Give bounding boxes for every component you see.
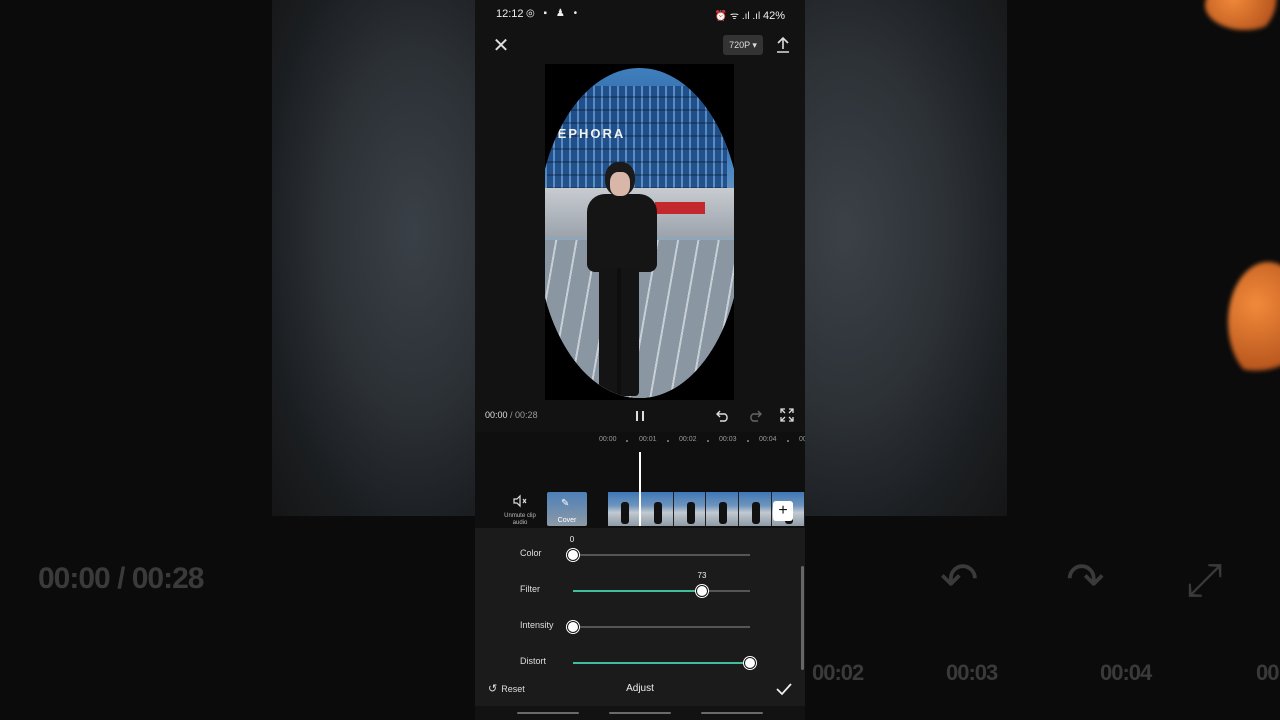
reset-icon: ↺ (488, 683, 498, 695)
reset-label: Reset (501, 684, 525, 694)
checkmark-icon (776, 683, 792, 696)
ruler-dot (787, 440, 789, 442)
color-slider[interactable] (567, 549, 750, 561)
fullscreen-icon (780, 408, 794, 422)
person-legs (599, 268, 639, 396)
clip-frame (706, 492, 740, 526)
status-time: 12:12 (496, 8, 524, 20)
background-ruler-label: 00:02 (812, 660, 864, 685)
resolution-dropdown[interactable]: 720P ▾ (723, 35, 763, 55)
ruler-tick: 00:02 (679, 436, 697, 443)
slider-knob[interactable] (567, 549, 579, 561)
slider-knob[interactable] (696, 585, 708, 597)
status-bar: 12:12 ◎ ▪ ♟ • ⏰ ᯤ .ıl .ıl 42% (475, 0, 805, 28)
clip-frame (739, 492, 773, 526)
video-preview[interactable]: SEPHORA (545, 64, 734, 400)
notification-icons: ◎ ▪ ♟ • (526, 8, 581, 19)
muted-speaker-icon (513, 494, 527, 508)
ruler-dot (667, 440, 669, 442)
reset-button[interactable]: ↺ Reset (488, 682, 525, 695)
nav-back-button[interactable] (701, 712, 763, 714)
edit-pencil-icon: ✎ (561, 498, 570, 509)
undo-button[interactable] (715, 407, 731, 423)
fisheye-frame: SEPHORA (545, 68, 734, 398)
upload-icon (777, 36, 789, 53)
time-separator: / (507, 410, 516, 420)
unmute-clip-button[interactable]: Unmute clip audio (499, 494, 541, 526)
slider-label-filter: Filter (520, 584, 540, 594)
slider-label-distort: Distort (520, 656, 547, 666)
slider-knob[interactable] (567, 621, 579, 633)
background-blur-left (272, 0, 475, 516)
cover-label: Cover (557, 517, 577, 524)
nav-home-button[interactable] (609, 712, 671, 714)
phone-screen: 12:12 ◎ ▪ ♟ • ⏰ ᯤ .ıl .ıl 42% ✕ 720P ▾ S… (475, 0, 805, 720)
panel-scrollbar[interactable] (801, 566, 804, 670)
background-redo-icon: ↷ (1066, 553, 1105, 605)
background-ruler-label: 00:04 (1100, 660, 1152, 685)
time-ruler: 00:00 00:01 00:02 00:03 00:04 00 (475, 436, 805, 448)
playback-time: 00:00 / 00:28 (485, 410, 538, 420)
slider-fill (573, 662, 750, 664)
background-fullscreen-icon: ⤢ (1186, 553, 1223, 605)
pause-button[interactable] (632, 408, 648, 424)
ruler-tick: 00:04 (759, 436, 777, 443)
slider-value-color: 0 (569, 535, 575, 544)
playhead[interactable] (639, 452, 641, 526)
ruler-tick: 00:03 (719, 436, 737, 443)
undo-icon (716, 410, 728, 422)
slider-label-color: Color (520, 548, 542, 558)
slider-fill (573, 590, 702, 592)
distort-slider[interactable] (573, 657, 756, 669)
intensity-slider[interactable] (567, 621, 750, 633)
person-body (587, 194, 657, 272)
system-status: ⏰ ᯤ .ıl .ıl 42% (715, 8, 785, 22)
background-ruler-label: 00:03 (946, 660, 998, 685)
signal-icons: ⏰ ᯤ .ıl .ıl (714, 11, 761, 22)
ruler-tick: 00 (799, 436, 805, 443)
export-button[interactable] (772, 34, 794, 56)
ruler-dot (707, 440, 709, 442)
store-sign: SEPHORA (547, 126, 626, 141)
add-clip-button[interactable]: + (773, 501, 793, 521)
close-button[interactable]: ✕ (489, 34, 513, 58)
background-undo-icon: ↶ (940, 553, 979, 605)
slider-label-intensity: Intensity (520, 620, 554, 630)
clip-frame (673, 492, 707, 526)
panel-title: Adjust (626, 683, 654, 694)
background-blur-right (805, 0, 1007, 516)
red-awning (655, 202, 705, 214)
close-icon: ✕ (492, 35, 510, 57)
background-time-readout: 00:00 / 00:28 (38, 562, 204, 595)
ruler-dot (626, 440, 628, 442)
filter-slider[interactable] (573, 585, 750, 597)
background-orb (1228, 262, 1280, 382)
pause-icon (636, 411, 644, 421)
ruler-tick: 00:01 (639, 436, 657, 443)
clip-frame (640, 492, 674, 526)
person-face (610, 172, 630, 196)
current-time: 00:00 (485, 410, 508, 420)
nav-recent-button[interactable] (517, 712, 579, 714)
total-time: 00:28 (515, 410, 538, 420)
battery-level: 42% (762, 10, 785, 22)
ruler-tick: 00:00 (599, 436, 617, 443)
clip-frame (608, 492, 641, 526)
cover-button[interactable]: ✎ Cover (547, 492, 587, 526)
background-ruler-label: 00 (1256, 660, 1280, 685)
ruler-dot (747, 440, 749, 442)
slider-value-filter: 73 (697, 571, 707, 580)
background-orb-top (1205, 0, 1280, 30)
system-nav-bar (475, 706, 805, 720)
fullscreen-button[interactable] (779, 407, 795, 423)
redo-icon (750, 410, 762, 422)
unmute-clip-label: Unmute clip audio (504, 513, 536, 526)
confirm-button[interactable] (774, 679, 794, 699)
redo-button[interactable] (747, 407, 763, 423)
slider-knob[interactable] (744, 657, 756, 669)
